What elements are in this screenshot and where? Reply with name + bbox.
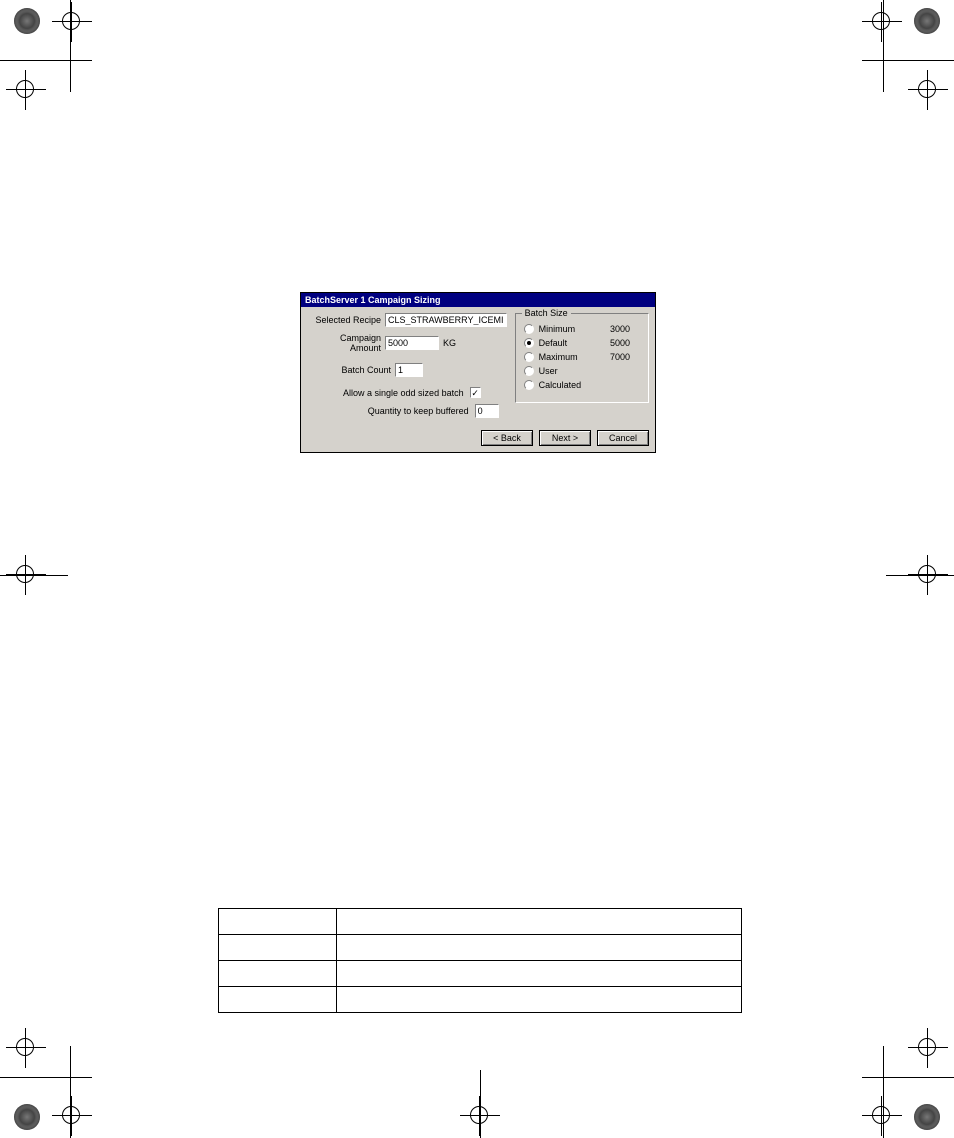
regmark-line (70, 0, 71, 92)
batch-size-group: Batch Size Minimum3000Default5000Maximum… (515, 313, 649, 403)
qty-buffered-input[interactable] (475, 404, 499, 418)
regmark-top-right (834, 0, 954, 120)
table-cell (337, 987, 742, 1013)
radio-value: 3000 (610, 324, 640, 334)
crosshair-icon (52, 2, 92, 42)
regmark-bottom-left (0, 1018, 120, 1138)
regmark-line (70, 1046, 71, 1138)
selected-recipe-label: Selected Recipe (307, 315, 381, 325)
radio-label: User (539, 366, 610, 376)
table-cell (219, 987, 337, 1013)
table-row (219, 961, 742, 987)
data-table (218, 908, 742, 1013)
regmark-line (886, 575, 954, 576)
crosshair-icon (6, 1028, 46, 1068)
table-cell (337, 961, 742, 987)
radio-icon (524, 366, 534, 376)
crosshair-icon (862, 2, 902, 42)
regmark-top-left (0, 0, 120, 120)
table-cell (219, 909, 337, 935)
regmark-mid-right (834, 555, 954, 675)
crosshair-icon (908, 70, 948, 110)
batch-count-label: Batch Count (307, 365, 391, 375)
regmark-line (883, 1046, 884, 1138)
regmark-line (0, 1077, 92, 1078)
regmark-line (480, 1070, 481, 1138)
table-cell (337, 935, 742, 961)
regmark-dot-icon (914, 8, 940, 34)
table-cell (337, 909, 742, 935)
radio-value: 7000 (610, 352, 640, 362)
table-cell (219, 961, 337, 987)
batch-size-legend: Batch Size (522, 308, 571, 318)
batch-count-input[interactable] (395, 363, 423, 377)
radio-icon (524, 338, 534, 348)
campaign-sizing-dialog: BatchServer 1 Campaign Sizing Selected R… (300, 292, 656, 453)
batch-size-radio-maximum[interactable]: Maximum7000 (524, 352, 640, 362)
radio-icon (524, 324, 534, 334)
allow-odd-label: Allow a single odd sized batch (343, 388, 464, 398)
crosshair-icon (862, 1096, 902, 1136)
dialog-titlebar: BatchServer 1 Campaign Sizing (301, 293, 655, 307)
table-cell (219, 935, 337, 961)
regmark-line (883, 0, 884, 92)
regmark-mid-left (0, 555, 120, 675)
back-button[interactable]: < Back (481, 430, 533, 446)
crosshair-icon (908, 1028, 948, 1068)
regmark-dot-icon (14, 8, 40, 34)
radio-label: Default (539, 338, 610, 348)
allow-odd-checkbox[interactable]: ✓ (470, 387, 481, 398)
cancel-button[interactable]: Cancel (597, 430, 649, 446)
regmark-dot-icon (14, 1104, 40, 1130)
regmark-bottom-right (834, 1018, 954, 1138)
campaign-amount-input[interactable] (385, 336, 439, 350)
table-row (219, 909, 742, 935)
radio-icon (524, 352, 534, 362)
radio-value: 5000 (610, 338, 640, 348)
batch-size-radio-calculated[interactable]: Calculated (524, 380, 640, 390)
radio-label: Maximum (539, 352, 610, 362)
crosshair-icon (6, 70, 46, 110)
batch-size-radio-default[interactable]: Default5000 (524, 338, 640, 348)
campaign-amount-label: Campaign Amount (307, 333, 381, 353)
regmark-line (0, 575, 68, 576)
regmark-bottom-center (420, 1018, 540, 1138)
selected-recipe-input[interactable] (385, 313, 507, 327)
batch-size-radio-user[interactable]: User (524, 366, 640, 376)
table-row (219, 935, 742, 961)
table-row (219, 987, 742, 1013)
batch-size-radio-minimum[interactable]: Minimum3000 (524, 324, 640, 334)
regmark-dot-icon (914, 1104, 940, 1130)
radio-icon (524, 380, 534, 390)
qty-buffered-label: Quantity to keep buffered (368, 406, 469, 416)
next-button[interactable]: Next > (539, 430, 591, 446)
radio-label: Calculated (539, 380, 610, 390)
campaign-amount-unit: KG (443, 338, 456, 348)
regmark-line (0, 60, 92, 61)
crosshair-icon (52, 1096, 92, 1136)
radio-label: Minimum (539, 324, 610, 334)
dialog-title: BatchServer 1 Campaign Sizing (305, 295, 441, 305)
regmark-line (862, 1077, 954, 1078)
regmark-line (862, 60, 954, 61)
